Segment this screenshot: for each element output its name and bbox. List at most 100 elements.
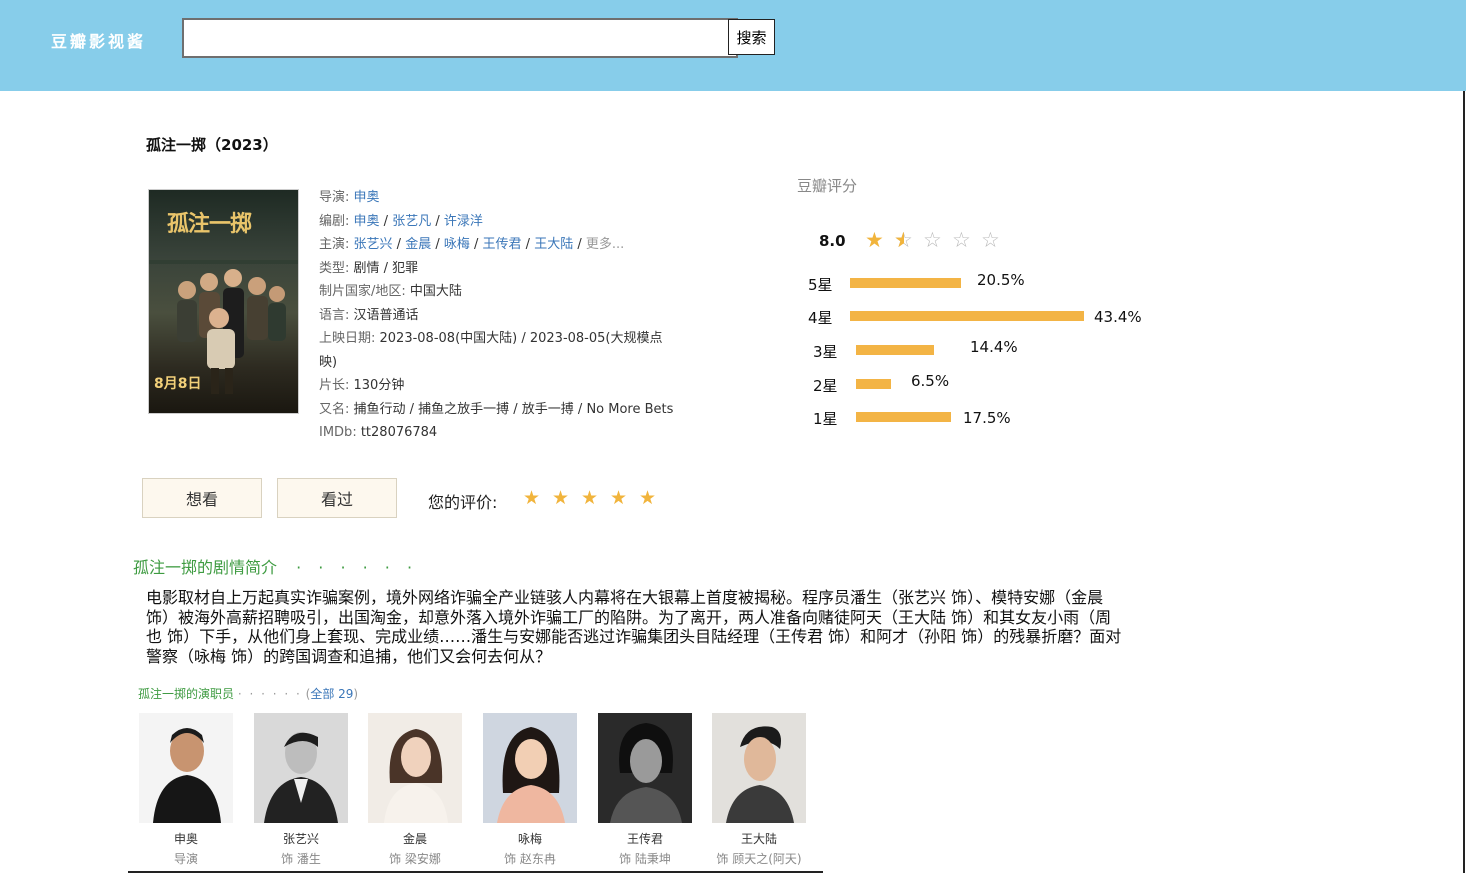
rating-bar [850,311,1084,321]
cast-name[interactable]: 张艺兴 [254,830,348,847]
aka-row: 又名: 捕鱼行动 / 捕鱼之放手一搏 / 放手一搏 / No More Bets [319,398,679,422]
director-link[interactable]: 申奥 [354,190,380,205]
rating-percent: 43.4% [1094,308,1142,326]
director-row: 导演: 申奥 [319,186,689,210]
cast-label: 主演: [319,237,354,252]
cast-name[interactable]: 申奥 [139,830,233,847]
summary-heading-dots: · · · · · · [296,558,419,577]
want-to-watch-button[interactable]: 想看 [142,478,262,518]
release-row: 上映日期: 2023-08-08(中国大陆) / 2023-08-05(大规模点… [319,327,679,374]
star-half-fill: ★ [894,228,904,252]
cast-name[interactable]: 咏梅 [483,830,577,847]
cast-photo[interactable] [254,713,348,823]
language-label: 语言: [319,307,354,323]
cast-link[interactable]: 咏梅 [444,237,470,252]
cast-photo-illustration [483,713,577,823]
rating-bar [856,345,934,355]
cast-photo[interactable] [483,713,577,823]
director-label: 导演: [319,190,354,205]
rate-star-icon[interactable]: ★ [639,486,668,510]
cast-link[interactable]: 王传君 [483,237,522,252]
cast-card[interactable]: 金晨 饰 梁安娜 [368,713,462,867]
writer-link[interactable]: 张艺凡 [392,214,431,229]
star-half-icon: ☆ ★ [894,228,913,252]
rating-row-label: 5星 [808,276,833,294]
rating-bar [856,412,951,422]
writer-link[interactable]: 申奥 [354,214,380,229]
genre-row: 类型: 剧情 / 犯罪 [319,257,689,281]
cast-name[interactable]: 王传君 [598,830,692,847]
page-title: 孤注一掷（2023） [146,136,278,154]
cast-photo[interactable] [598,713,692,823]
star-empty-icon: ☆ [923,228,942,252]
search-input[interactable] [182,18,738,58]
cast-card[interactable]: 咏梅 饰 赵东冉 [483,713,577,867]
cast-all-link[interactable]: 全部 29 [310,687,353,701]
cast-photo-illustration [368,713,462,823]
watched-button[interactable]: 看过 [277,478,397,518]
rating-row-label: 1星 [813,410,838,428]
country-row: 制片国家/地区: 中国大陆 [319,280,689,304]
cast-photo-illustration [254,713,348,823]
rate-star-icon[interactable]: ★ [523,486,552,510]
cast-photo[interactable] [139,713,233,823]
summary-heading: 孤注一掷的剧情简介 · · · · · · [133,554,418,578]
genre-value: 剧情 / 犯罪 [353,260,419,276]
cast-heading-dots: · · · · · · [237,687,302,701]
cast-role: 饰 陆秉坤 [619,852,671,866]
cast-role: 饰 潘生 [281,852,321,866]
rating-percent: 20.5% [977,271,1025,289]
rate-star-icon[interactable]: ★ [552,486,581,510]
cast-card[interactable]: 申奥 导演 [139,713,233,867]
runtime-row: 片长: 130分钟 [319,374,689,398]
cast-link[interactable]: 王大陆 [534,237,573,252]
cast-more-link[interactable]: 更多... [586,237,624,252]
movie-poster[interactable]: 孤注一掷 8月8日 [148,189,299,414]
country-value: 中国大陆 [409,284,462,299]
genre-label: 类型: [319,260,354,276]
cast-role: 饰 赵东冉 [504,852,556,866]
cast-link[interactable]: 金晨 [405,237,431,252]
rating-row-label: 3星 [813,343,838,361]
cast-heading-text: 孤注一掷的演职员 [138,687,235,701]
rate-star-icon[interactable]: ★ [610,486,639,510]
cast-photo-illustration [598,713,692,823]
runtime-value: 130分钟 [353,378,405,393]
cast-role: 饰 梁安娜 [389,852,441,866]
site-logo[interactable]: 豆瓣影视酱 [51,28,146,52]
cast-photo-illustration [712,713,806,823]
star-empty-icon: ☆ [952,228,971,252]
rating-row-label: 2星 [813,377,838,395]
cast-card[interactable]: 王传君 饰 陆秉坤 [598,713,692,867]
release-label: 上映日期: [319,331,380,346]
imdb-row: IMDb: tt28076784 [319,421,689,445]
writers-row: 编剧: 申奥 / 张艺凡 / 许渌洋 [319,213,483,229]
cast-link[interactable]: 张艺兴 [354,237,393,252]
rating-bar [856,379,891,389]
aka-value: 捕鱼行动 / 捕鱼之放手一搏 / 放手一搏 / No More Bets [353,401,674,417]
cast-name[interactable]: 王大陆 [712,830,806,847]
star-empty-icon: ☆ [981,228,1000,252]
cast-row: 主演: 张艺兴 / 金晨 / 咏梅 / 王传君 / 王大陆 / 更多... [319,237,625,252]
aka-label: 又名: [319,401,354,417]
cast-photo[interactable] [712,713,806,823]
cast-card[interactable]: 张艺兴 饰 潘生 [254,713,348,867]
language-value: 汉语普通话 [353,307,419,323]
cast-heading: 孤注一掷的演职员 · · · · · · (全部 29) [138,685,358,702]
search-button[interactable]: 搜索 [728,19,775,55]
writer-link[interactable]: 许渌洋 [444,214,483,229]
cast-role: 饰 顾天之(阿天) [716,852,802,866]
cast-name[interactable]: 金晨 [368,830,462,847]
cast-photo[interactable] [368,713,462,823]
rating-title: 豆瓣评分 [797,177,858,195]
content-right-border [1463,91,1465,873]
rating-percent: 14.4% [970,338,1018,356]
cast-count-close: ) [353,687,359,701]
rating-row-label: 4星 [808,309,833,327]
language-row: 语言: 汉语普通话 [319,304,689,328]
your-rating-stars[interactable]: ★ ★ ★ ★ ★ [523,486,668,510]
your-rating-label: 您的评价: [428,493,498,512]
cast-card[interactable]: 王大陆 饰 顾天之(阿天) [712,713,806,867]
rate-star-icon[interactable]: ★ [581,486,610,510]
rating-bar [850,278,961,288]
